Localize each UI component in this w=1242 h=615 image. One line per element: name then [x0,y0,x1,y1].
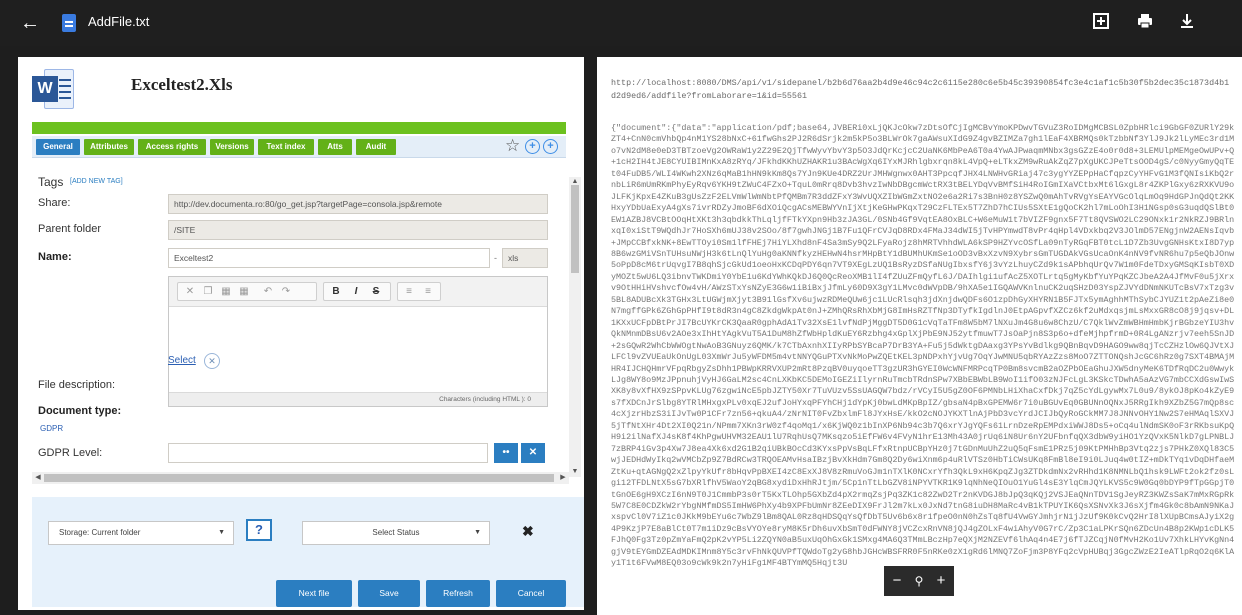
parent-folder-label: Parent folder [38,223,101,235]
tags-label: Tags [38,175,64,189]
document-title: Exceltest2.Xls [131,75,233,94]
text-preview-page: http://localhost:8080/DMS/api/v1/sidepan… [597,57,1242,615]
more-icon[interactable]: •• [494,443,518,463]
undo-icon[interactable]: ↶ [260,284,276,300]
clear-icon[interactable]: ✕ [204,353,220,369]
copy-icon[interactable]: ❐ [200,284,216,300]
editor-toolbar: ✕ ❐ ▦ ▦ ↶ ↷ B I S ≡ ≡ [169,277,547,307]
favorite-star-icon[interactable]: ☆ [505,137,523,155]
tab-attributes[interactable]: Attributes [84,139,134,155]
zoom-out-icon[interactable]: − [887,570,907,592]
tab-atts[interactable]: Atts [318,139,352,155]
download-icon[interactable] [1175,12,1199,34]
tab-versions[interactable]: Versions [210,139,254,155]
bulleted-list-icon[interactable]: ≡ [420,284,436,300]
paste-text-icon[interactable]: ▦ [236,284,252,300]
cancel-button[interactable]: Cancel [496,580,566,607]
gdpr-link[interactable]: GDPR [40,424,63,433]
description-editor: ✕ ❐ ▦ ▦ ↶ ↷ B I S ≡ ≡ Characters (includ… [168,276,548,407]
next-file-button[interactable]: Next file [276,580,352,607]
storage-select[interactable]: Storage: Current folder ▼ [48,521,234,545]
header-bar [32,122,566,134]
gdpr-level-field[interactable] [168,443,488,463]
share-field[interactable]: http://dev.documenta.ro:80/go_get.jsp?ta… [168,194,548,214]
name-field[interactable]: Exceltest2 [168,248,490,268]
parent-folder-field: /SITE [168,220,548,240]
refresh-button[interactable]: Refresh [426,580,490,607]
add-box-icon[interactable] [1089,12,1113,34]
file-properties-page: W Exceltest2.Xls General Attributes Acce… [18,57,584,610]
tab-strip: General Attributes Access rights Version… [32,136,566,158]
add-circle-icon[interactable]: + [525,139,540,154]
zoom-toolbar: − ⚲ + [884,566,954,596]
name-label: Name: [38,251,72,263]
zoom-icon[interactable]: ⚲ [909,570,929,592]
document-type-label: Document type: [38,405,122,417]
bold-icon[interactable]: B [328,284,344,300]
form-horizontal-scrollbar[interactable]: ◀ ▶ [32,472,569,484]
chevron-down-icon: ▼ [474,529,481,536]
share-label: Share: [38,197,71,209]
back-arrow-icon[interactable]: ← [20,12,42,34]
numbered-list-icon[interactable]: ≡ [401,284,417,300]
tab-text-index[interactable]: Text index [258,139,314,155]
cut-icon[interactable]: ✕ [182,284,198,300]
print-icon[interactable] [1133,12,1157,34]
editor-char-count: Characters (including HTML ): 0 [169,392,547,406]
tab-access-rights[interactable]: Access rights [138,139,206,155]
close-icon[interactable]: ✕ [521,443,545,463]
tab-audit[interactable]: Audit [356,139,396,155]
add-new-tag-link[interactable]: [ADD NEW TAG] [70,178,123,185]
form-vertical-scrollbar[interactable]: ▲ ▼ [569,177,581,477]
zoom-in-icon[interactable]: + [931,570,951,592]
gdpr-level-label: GDPR Level: [38,447,103,459]
viewer-topbar: ← AddFile.txt [0,0,1242,46]
close-icon[interactable]: ✖ [522,523,534,540]
add-circle-icon[interactable]: + [543,139,558,154]
text-file-icon [62,14,76,32]
italic-icon[interactable]: I [348,284,364,300]
preview-url-text: http://localhost:8080/DMS/api/v1/sidepan… [611,78,1230,101]
word-document-icon: W [32,69,74,109]
tab-general[interactable]: General [36,139,80,155]
document-type-select-link[interactable]: Select [168,355,196,366]
extension-field: xls [502,248,548,268]
viewer-file-name: AddFile.txt [88,14,150,29]
status-select[interactable]: Select Status ▼ [302,521,490,545]
redo-icon[interactable]: ↷ [278,284,294,300]
chevron-down-icon: ▼ [218,529,225,536]
save-button[interactable]: Save [358,580,420,607]
paste-icon[interactable]: ▦ [218,284,234,300]
preview-payload-text: {"document":{"data":"application/pdf;bas… [611,123,1235,569]
file-description-label: File description: [38,379,116,391]
strikethrough-icon[interactable]: S [368,284,384,300]
help-button[interactable]: ? [246,519,272,541]
